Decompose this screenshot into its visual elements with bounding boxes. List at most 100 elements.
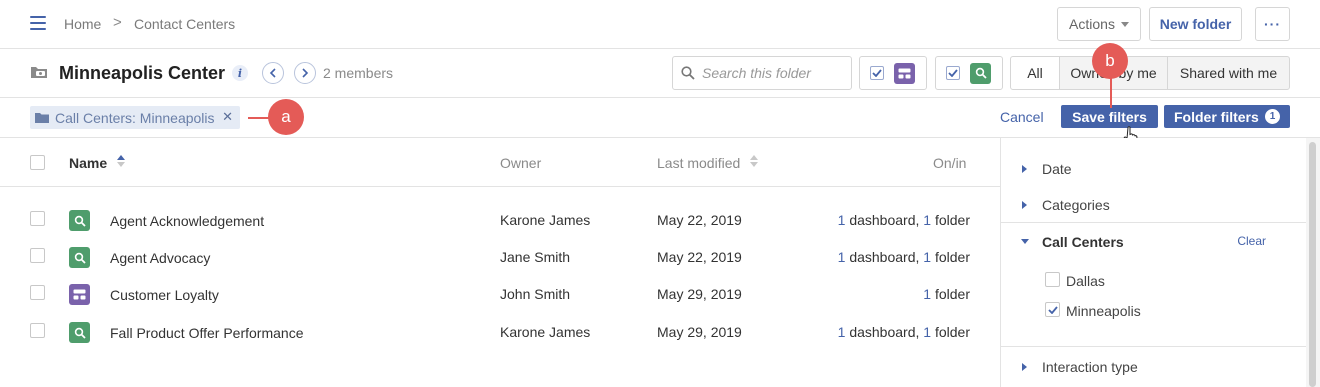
saved-search-icon bbox=[69, 322, 90, 343]
members-count[interactable]: 2 members bbox=[323, 65, 393, 81]
minneapolis-checkbox[interactable] bbox=[1045, 302, 1060, 317]
tab-shared-with-me[interactable]: Shared with me bbox=[1167, 56, 1290, 90]
collapse-icon bbox=[1021, 239, 1029, 244]
divider bbox=[1001, 222, 1307, 223]
hamburger-icon[interactable] bbox=[30, 16, 46, 30]
table-header: Name Owner Last modified On/in bbox=[0, 138, 1000, 187]
table-row[interactable]: Fall Product Offer Performance Karone Ja… bbox=[0, 322, 1000, 359]
top-bar: Home > Contact Centers Actions New folde… bbox=[0, 0, 1320, 49]
more-options-button[interactable]: ··· bbox=[1255, 7, 1290, 41]
tab-all[interactable]: All bbox=[1010, 56, 1060, 90]
column-last-modified-label: Last modified bbox=[657, 155, 741, 171]
row-checkbox[interactable] bbox=[30, 323, 45, 338]
row-on-in: 1 dashboard, 1 folder bbox=[838, 324, 970, 340]
callout-a-line bbox=[248, 117, 270, 119]
dashboard-icon bbox=[894, 62, 915, 84]
row-modified: May 29, 2019 bbox=[657, 324, 742, 340]
dashboard-type-toggle[interactable] bbox=[859, 56, 927, 90]
folder-count-link[interactable]: 1 bbox=[923, 286, 931, 302]
dallas-checkbox[interactable] bbox=[1045, 272, 1060, 287]
folder-count-text: folder bbox=[931, 324, 970, 340]
previous-folder-button[interactable] bbox=[262, 62, 284, 84]
minneapolis-label[interactable]: Minneapolis bbox=[1066, 303, 1141, 319]
folder-filters-button[interactable]: Folder filters 1 bbox=[1164, 105, 1290, 128]
filter-chip[interactable]: Call Centers: Minneapolis ✕ bbox=[30, 106, 240, 129]
filter-section-call-centers-label: Call Centers bbox=[1042, 234, 1124, 250]
row-checkbox[interactable] bbox=[30, 248, 45, 263]
active-filters-bar: Call Centers: Minneapolis ✕ Cancel Save … bbox=[0, 98, 1320, 138]
search-type-toggle[interactable] bbox=[935, 56, 1003, 90]
search-box[interactable] bbox=[672, 56, 852, 90]
dashboard-count-text: dashboard, bbox=[845, 249, 924, 265]
filter-chip-label: Call Centers: Minneapolis bbox=[55, 109, 215, 126]
save-filters-button[interactable]: Save filters bbox=[1061, 105, 1158, 128]
shared-folder-icon bbox=[31, 67, 47, 78]
row-owner: Karone James bbox=[500, 324, 591, 340]
dashboard-count-text: dashboard, bbox=[845, 212, 924, 228]
row-on-in: 1 folder bbox=[923, 286, 970, 302]
checkmark-icon bbox=[948, 69, 958, 77]
search-input[interactable] bbox=[702, 65, 842, 81]
row-name[interactable]: Customer Loyalty bbox=[110, 287, 219, 303]
scrollbar-thumb[interactable] bbox=[1309, 142, 1316, 387]
chevron-right-icon bbox=[302, 68, 309, 78]
row-checkbox[interactable] bbox=[30, 211, 45, 226]
info-icon[interactable]: i bbox=[232, 65, 248, 81]
column-last-modified[interactable]: Last modified bbox=[657, 155, 759, 171]
filter-section-date[interactable]: Date bbox=[1001, 160, 1307, 180]
table-row[interactable]: Agent Acknowledgement Karone James May 2… bbox=[0, 210, 1000, 247]
column-owner[interactable]: Owner bbox=[500, 155, 541, 171]
remove-filter-icon[interactable]: ✕ bbox=[222, 109, 233, 125]
search-type-checkbox[interactable] bbox=[946, 66, 960, 80]
breadcrumb-home[interactable]: Home bbox=[64, 16, 101, 32]
folder-count-link[interactable]: 1 bbox=[923, 324, 931, 340]
row-name[interactable]: Agent Acknowledgement bbox=[110, 213, 264, 229]
row-owner: Jane Smith bbox=[500, 249, 571, 265]
filter-panel-scrollbar[interactable] bbox=[1306, 138, 1320, 387]
select-all-checkbox[interactable] bbox=[30, 155, 45, 170]
new-folder-button[interactable]: New folder bbox=[1149, 7, 1242, 41]
saved-search-icon bbox=[970, 62, 991, 84]
dashboard-type-checkbox[interactable] bbox=[870, 66, 884, 80]
column-name-label: Name bbox=[69, 155, 108, 171]
callout-b-line bbox=[1110, 78, 1112, 108]
search-icon bbox=[681, 66, 695, 80]
row-modified: May 29, 2019 bbox=[657, 286, 742, 302]
row-name[interactable]: Agent Advocacy bbox=[110, 250, 210, 266]
cancel-link[interactable]: Cancel bbox=[1000, 109, 1044, 125]
filter-count-badge: 1 bbox=[1265, 109, 1280, 124]
dallas-label[interactable]: Dallas bbox=[1066, 273, 1105, 289]
checkmark-icon bbox=[1047, 305, 1058, 314]
folder-filters-panel: Date Categories Call Centers Clear Dalla… bbox=[1000, 138, 1307, 387]
column-name[interactable]: Name bbox=[69, 155, 126, 171]
filter-section-interaction-type[interactable]: Interaction type bbox=[1001, 358, 1307, 378]
folder-count-link[interactable]: 1 bbox=[923, 212, 931, 228]
page-title: Minneapolis Center bbox=[59, 63, 226, 83]
filter-section-date-label: Date bbox=[1042, 161, 1072, 177]
row-on-in: 1 dashboard, 1 folder bbox=[838, 249, 970, 265]
folder-count-link[interactable]: 1 bbox=[923, 249, 931, 265]
column-on-in[interactable]: On/in bbox=[933, 155, 966, 171]
filter-section-categories[interactable]: Categories bbox=[1001, 196, 1307, 216]
filter-section-interaction-type-label: Interaction type bbox=[1042, 359, 1138, 375]
row-checkbox[interactable] bbox=[30, 285, 45, 300]
table-row[interactable]: Agent Advocacy Jane Smith May 22, 2019 1… bbox=[0, 247, 1000, 284]
clear-filter-link[interactable]: Clear bbox=[1237, 234, 1266, 248]
actions-dropdown-button[interactable]: Actions bbox=[1057, 7, 1141, 41]
dashboard-count-text: dashboard, bbox=[845, 324, 924, 340]
sort-icon bbox=[750, 155, 759, 167]
callout-a: a bbox=[268, 99, 304, 135]
dashboard-icon bbox=[69, 284, 90, 305]
folder-count-text: folder bbox=[931, 249, 970, 265]
expand-icon bbox=[1022, 363, 1027, 371]
sort-ascending-icon bbox=[117, 155, 126, 167]
checkmark-icon bbox=[872, 69, 882, 77]
table-row[interactable]: Customer Loyalty John Smith May 29, 2019… bbox=[0, 284, 1000, 321]
folder-count-text: folder bbox=[931, 212, 970, 228]
expand-icon bbox=[1022, 165, 1027, 173]
next-folder-button[interactable] bbox=[294, 62, 316, 84]
caret-down-icon bbox=[1120, 21, 1129, 27]
filter-section-categories-label: Categories bbox=[1042, 197, 1110, 213]
breadcrumb-current[interactable]: Contact Centers bbox=[134, 16, 235, 32]
row-name[interactable]: Fall Product Offer Performance bbox=[110, 325, 303, 341]
